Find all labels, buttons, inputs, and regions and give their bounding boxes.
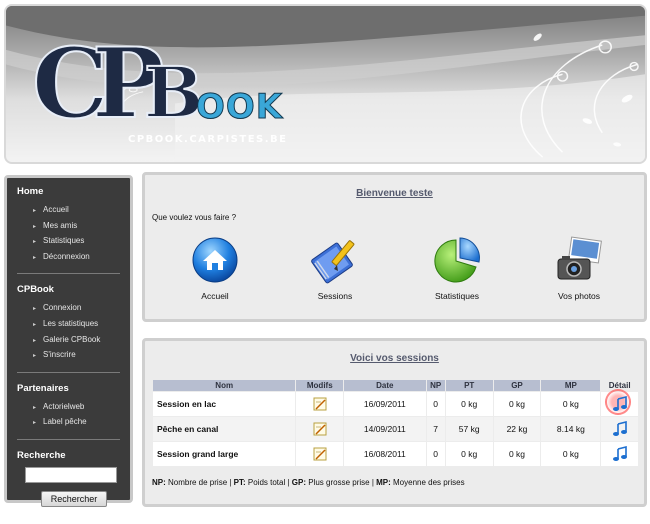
session-pt: 57 kg	[445, 417, 493, 441]
sidebar-list-cpbook: Connexion Les statistiques Galerie CPBoo…	[33, 301, 120, 363]
sidebar-item-actorielweb[interactable]: Actorielweb	[33, 400, 120, 416]
detail-music-icon[interactable]	[612, 446, 628, 462]
table-row: Pêche en canal 14/09/2011 7 57 kg 22 kg …	[153, 417, 638, 441]
legend-text: Plus grosse prise |	[306, 478, 377, 487]
sidebar-item-connexion[interactable]: Connexion	[33, 301, 120, 317]
edit-note-icon[interactable]	[312, 396, 328, 412]
detail-cell	[601, 417, 638, 441]
detail-cell	[601, 442, 638, 466]
column-header-gp: GP	[493, 380, 541, 391]
sessions-table: Nom Modifs Date NP PT GP MP Détail Sessi…	[152, 379, 639, 467]
sidebar-item-galerie[interactable]: Galerie CPBook	[33, 333, 120, 349]
sidebar-item-deconnexion[interactable]: Déconnexion	[33, 250, 120, 266]
detail-music-icon[interactable]	[612, 396, 628, 412]
sidebar-item-mes-amis[interactable]: Mes amis	[33, 219, 120, 235]
session-gp: 22 kg	[493, 417, 541, 441]
column-header-pt: PT	[445, 380, 493, 391]
legend-abbr: GP:	[291, 478, 307, 487]
table-header-row: Nom Modifs Date NP PT GP MP Détail	[153, 380, 638, 391]
sidebar-item-statistiques[interactable]: Statistiques	[33, 234, 120, 250]
action-photos[interactable]: Vos photos	[529, 235, 629, 301]
search-button[interactable]: Rechercher	[41, 490, 107, 507]
edit-note-icon[interactable]	[312, 446, 328, 462]
column-header-mp: MP	[541, 380, 601, 391]
session-np: 0	[426, 442, 445, 466]
pie-chart-icon[interactable]	[432, 235, 482, 285]
legend-text: Nombre de prise |	[165, 478, 234, 487]
detail-music-icon[interactable]	[612, 421, 628, 437]
table-legend: NP: Nombre de prise | PT: Poids total | …	[152, 478, 465, 487]
action-sessions[interactable]: Sessions	[285, 235, 385, 301]
modif-cell	[296, 417, 344, 441]
search-input[interactable]	[25, 466, 117, 483]
sidebar-list-partners: Actorielweb Label pêche	[33, 400, 120, 431]
action-label: Accueil	[201, 291, 229, 301]
welcome-title[interactable]: Bienvenue teste	[145, 188, 644, 199]
home-icon[interactable]	[190, 235, 240, 285]
detail-cell	[601, 389, 638, 416]
sidebar-section-title-home: Home	[17, 186, 44, 197]
column-header-modifs: Modifs	[296, 380, 344, 391]
sidebar: Home Accueil Mes amis Statistiques Décon…	[4, 175, 133, 507]
action-label: Statistiques	[435, 291, 479, 301]
legend-abbr: PT:	[233, 478, 246, 487]
session-mp: 0 kg	[541, 392, 601, 416]
sessions-title[interactable]: Voici vos sessions	[145, 353, 644, 364]
sidebar-item-inscrire[interactable]: S'inscrire	[33, 348, 120, 364]
logo-letter-b: B	[143, 51, 204, 134]
session-pt: 0 kg	[445, 442, 493, 466]
sessions-icon[interactable]	[310, 235, 360, 285]
session-gp: 0 kg	[493, 442, 541, 466]
legend-abbr: MP:	[376, 478, 391, 487]
welcome-panel: Bienvenue teste Que voulez vous faire ? …	[142, 172, 647, 322]
session-date: 16/09/2011	[344, 392, 426, 416]
sidebar-divider	[17, 273, 120, 275]
edit-note-icon[interactable]	[312, 421, 328, 437]
action-label: Vos photos	[557, 291, 601, 301]
sidebar-divider	[17, 438, 120, 440]
session-np: 7	[426, 417, 445, 441]
modif-cell	[296, 392, 344, 416]
session-np: 0	[426, 392, 445, 416]
sidebar-list-home: Accueil Mes amis Statistiques Déconnexio…	[33, 203, 120, 265]
modif-cell	[296, 442, 344, 466]
sessions-panel: Voici vos sessions Nom Modifs Date NP PT…	[142, 338, 647, 507]
column-header-nom: Nom	[153, 380, 296, 391]
logo-text: OOK	[195, 87, 284, 127]
sidebar-item-label-peche[interactable]: Label pêche	[33, 415, 120, 431]
logo-subtitle: CPBOOK.CARPISTES.BE	[128, 134, 288, 145]
action-label: Sessions	[317, 291, 353, 301]
column-header-date: Date	[344, 380, 426, 391]
legend-abbr: NP:	[152, 478, 166, 487]
header-banner: C P B OOK CPBOOK.CARPISTES.BE	[4, 4, 647, 164]
sidebar-section-title-partners: Partenaires	[17, 382, 69, 394]
sidebar-divider	[17, 371, 120, 373]
welcome-question: Que voulez vous faire ?	[152, 213, 237, 222]
sidebar-section-title-cpbook: CPBook	[17, 284, 54, 296]
action-statistiques[interactable]: Statistiques	[407, 235, 507, 301]
session-name: Session en lac	[153, 392, 296, 416]
session-mp: 0 kg	[541, 442, 601, 466]
column-header-np: NP	[426, 380, 445, 391]
session-name: Pêche en canal	[153, 417, 296, 441]
session-mp: 8.14 kg	[541, 417, 601, 441]
legend-text: Poids total |	[245, 478, 292, 487]
session-name: Session grand large	[153, 442, 296, 466]
sidebar-item-les-statistiques[interactable]: Les statistiques	[33, 317, 120, 333]
action-accueil[interactable]: Accueil	[165, 235, 265, 301]
session-gp: 0 kg	[493, 392, 541, 416]
table-row: Session en lac 16/09/2011 0 0 kg 0 kg 0 …	[153, 389, 638, 416]
session-date: 14/09/2011	[344, 417, 426, 441]
session-date: 16/08/2011	[344, 442, 426, 466]
session-pt: 0 kg	[445, 392, 493, 416]
legend-text: Moyenne des prises	[390, 478, 465, 487]
camera-icon[interactable]	[554, 235, 604, 285]
sidebar-item-accueil[interactable]: Accueil	[33, 203, 120, 219]
sidebar-section-title-search: Recherche	[17, 449, 66, 461]
table-row: Session grand large 16/08/2011 0 0 kg 0 …	[153, 442, 638, 466]
